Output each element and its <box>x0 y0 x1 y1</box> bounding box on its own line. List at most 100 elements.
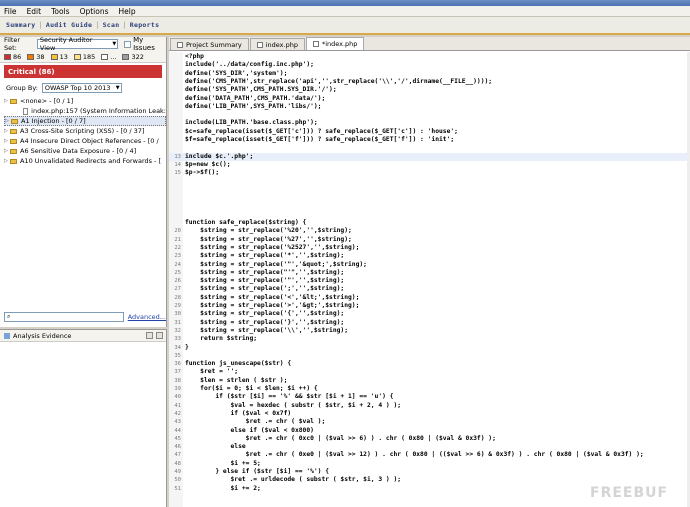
line-number <box>169 194 183 202</box>
severity-count[interactable]: 322 <box>122 52 144 61</box>
code-text: else if ($val < 0x800) <box>185 426 314 434</box>
perspective-summary[interactable]: Summary <box>6 21 36 29</box>
watermark-logo: FREEBUF <box>590 485 669 501</box>
severity-count-value: 322 <box>131 52 144 61</box>
file-icon <box>312 41 319 47</box>
line-number: 32 <box>174 327 181 334</box>
code-line: 37 $ret = ''; <box>169 368 690 376</box>
code-line: 46 else <box>169 443 690 451</box>
code-line: 43 $ret .= chr ( $val ); <box>169 418 690 426</box>
code-text: include(LIB_PATH.'base.class.php'); <box>185 119 318 127</box>
tree-node-label: A3 Cross-Site Scripting (XSS) - [0 / 37] <box>20 127 145 135</box>
menu-item-help[interactable]: Help <box>119 7 136 16</box>
code-text: $p->$f(); <box>185 169 220 177</box>
line-number: 43 <box>174 419 181 426</box>
code-text: $string = str_replace('%2527','',$string… <box>185 243 360 251</box>
code-text: define('SYS_PATH',CMS_PATH.SYS_DIR.'/'); <box>185 86 337 94</box>
code-text: $string = str_replace('%27','',$string); <box>185 235 352 243</box>
severity-count[interactable]: 86 <box>4 53 21 61</box>
menu-item-file[interactable]: File <box>4 7 17 16</box>
minimize-icon[interactable] <box>146 332 153 339</box>
code-line: 32 $string = str_replace('\\','',$string… <box>169 327 690 335</box>
tree-node-label: A1 Injection - [0 / 7] <box>21 117 86 125</box>
line-number: 40 <box>174 394 181 401</box>
my-issues-label: My Issues <box>133 36 155 52</box>
code-text: $ret .= chr ( 0xe0 | ($val >> 12) ) . ch… <box>185 451 644 459</box>
severity-count[interactable]: 13 <box>50 52 68 61</box>
tree-node[interactable]: ▷ <none> - [0 / 1] <box>4 96 166 106</box>
folder-icon <box>10 158 17 164</box>
menu-item-edit[interactable]: Edit <box>27 7 42 16</box>
tree-node[interactable]: ▷ A4 Insecure Direct Object References - … <box>4 136 166 146</box>
tree-node[interactable]: ▷ A6 Sensitive Data Exposure - [0 / 4] <box>4 146 166 156</box>
search-input[interactable]: ⌕ <box>4 312 124 322</box>
menu-bar: File Edit Tools Options Help <box>0 6 690 17</box>
perspective-reports[interactable]: Reports <box>130 21 160 29</box>
perspective-audit-guide[interactable]: Audit Guide <box>46 21 92 29</box>
tree-node[interactable]: index.php:157 (System Information Leak: <box>4 106 166 116</box>
code-line: 44 else if ($val < 0x800) <box>169 427 690 435</box>
my-issues-checkbox[interactable] <box>124 40 132 48</box>
tree-node[interactable]: ▷ A3 Cross-Site Scripting (XSS) - [0 / 37… <box>4 126 166 136</box>
file-icon <box>256 41 263 48</box>
editor-tab[interactable]: Project Summary <box>170 38 249 50</box>
code-text: $string = str_replace('%20','',$string); <box>185 227 352 235</box>
code-text: $string = str_replace('\\','',$string); <box>185 326 349 334</box>
line-number <box>169 95 183 103</box>
line-number: 44 <box>174 427 181 434</box>
line-number: 45 <box>174 435 181 442</box>
critical-header[interactable]: Critical (86) <box>4 65 162 78</box>
code-line: 14 $p=new $c(); <box>169 161 690 169</box>
code-line: define('CMS_PATH',str_replace('api','',s… <box>169 78 690 86</box>
file-icon <box>177 41 183 48</box>
code-line: 41 $val = hexdec ( substr ( $str, $i + 2… <box>169 402 690 410</box>
group-by-label: Group By: <box>6 84 38 92</box>
line-number <box>169 202 183 210</box>
code-line: 23 $string = str_replace('*','',$string)… <box>169 252 690 260</box>
line-number: 21 <box>174 236 181 243</box>
tree-node[interactable]: ▷ A1 Injection - [0 / 7] <box>4 116 166 126</box>
line-number: 30 <box>174 311 181 318</box>
line-number: 22 <box>174 244 181 251</box>
code-text: $string = str_replace('<','&lt;',$string… <box>185 293 360 301</box>
severity-count-value: ... <box>110 52 117 61</box>
severity-count[interactable]: ... <box>101 53 116 61</box>
advanced-link[interactable]: Advanced... <box>128 313 166 321</box>
group-by-select[interactable]: OWASP Top 10 2013 ▼ <box>41 83 122 93</box>
editor-tab[interactable]: *index.php <box>305 37 365 50</box>
code-text: $string = str_replace('"','&quot;',$stri… <box>185 260 367 268</box>
filter-set-select[interactable]: Security Auditor View ▼ <box>36 36 119 52</box>
code-area[interactable]: <?php include('../data/config.inc.php'); d… <box>169 52 690 507</box>
code-text: if ($val < 0x7f) <box>185 409 292 417</box>
severity-count-value: 13 <box>59 52 68 61</box>
menu-item-tools[interactable]: Tools <box>51 7 69 16</box>
severity-count[interactable]: 38 <box>27 53 45 61</box>
menu-item-options[interactable]: Options <box>80 7 109 16</box>
code-line: include(LIB_PATH.'base.class.php'); <box>169 119 690 127</box>
evidence-icon <box>4 332 10 339</box>
line-number <box>169 86 183 94</box>
code-line: $c=safe_replace(isset($_GET['c'])) ? saf… <box>169 128 690 136</box>
maximize-icon[interactable] <box>156 332 163 339</box>
code-line: define('SYS_DIR','system'); <box>169 70 690 78</box>
code-text: $f=safe_replace(isset($_GET['f'])) ? saf… <box>185 136 455 143</box>
line-number: 27 <box>174 286 181 293</box>
line-number: 34 <box>174 344 181 351</box>
code-text: $ret .= urldecode ( substr ( $str, $i, 3… <box>185 476 402 484</box>
code-text: $len = strlen ( $str ); <box>185 376 288 384</box>
editor-tab[interactable]: index.php <box>249 38 305 50</box>
code-text: $string = str_replace('*','',$string); <box>185 252 345 260</box>
tree-node-label: <none> - [0 / 1] <box>20 97 74 105</box>
perspective-scan[interactable]: Scan <box>103 21 120 29</box>
code-line: 36 function js_unescape($str) { <box>169 360 690 368</box>
tree-node[interactable]: ▷ A10 Unvalidated Redirects and Forwards … <box>4 156 166 166</box>
code-line: 20 $string = str_replace('%20','',$strin… <box>169 227 690 235</box>
line-number: 49 <box>174 469 181 475</box>
severity-count[interactable]: 185 <box>73 53 95 61</box>
filter-set-label: Filter Set: <box>4 36 21 52</box>
code-text: $string = str_replace(';','',$string); <box>185 285 345 293</box>
